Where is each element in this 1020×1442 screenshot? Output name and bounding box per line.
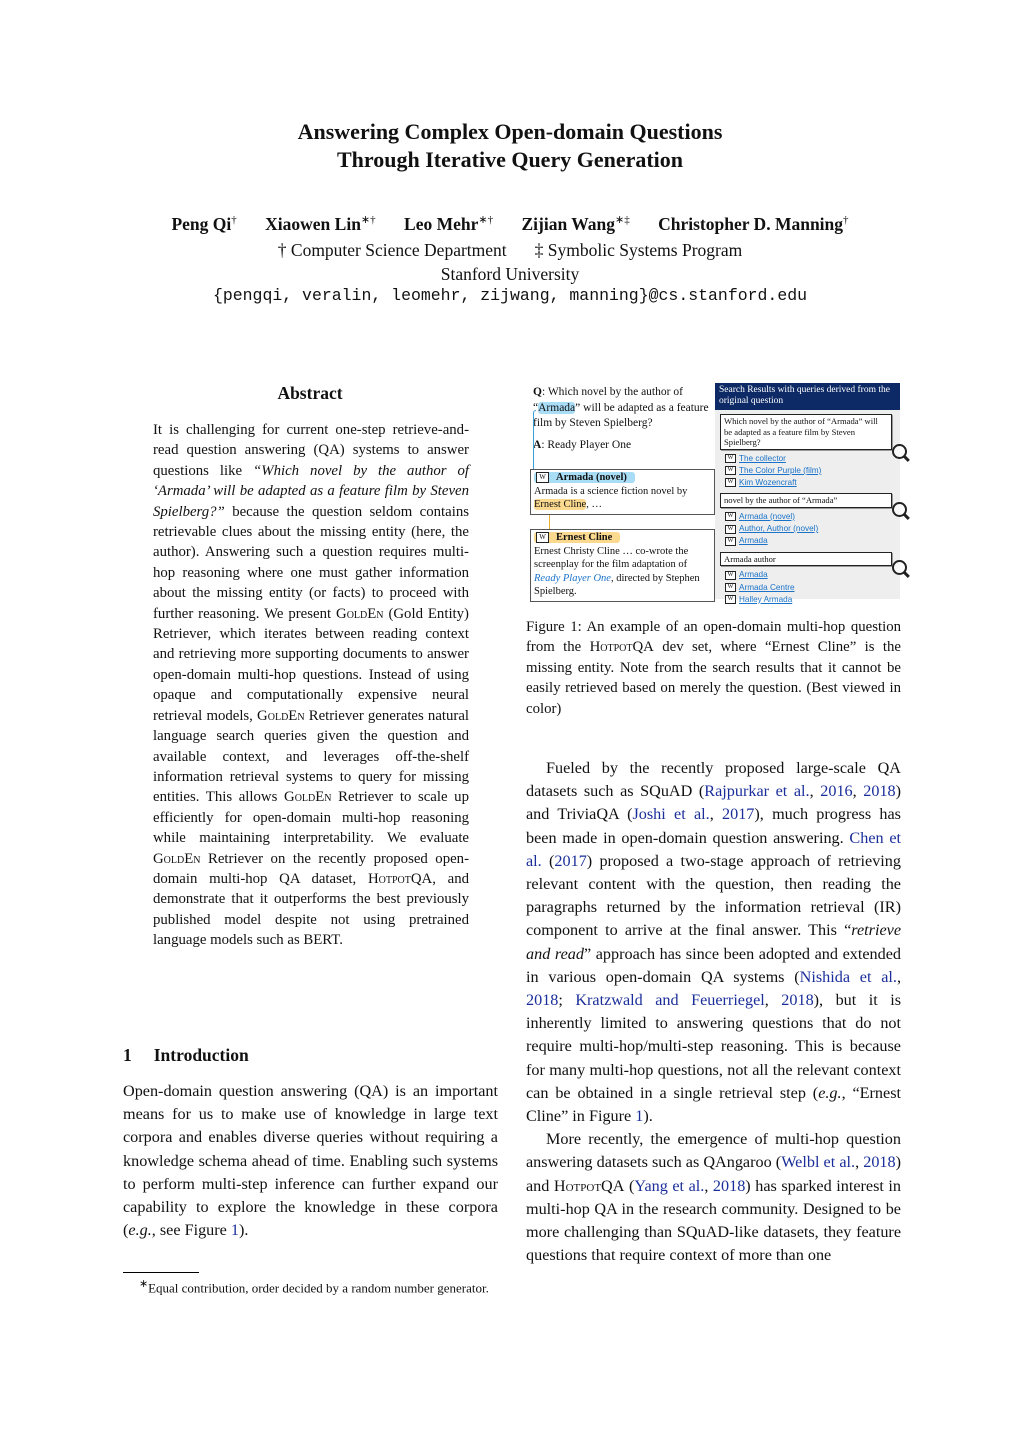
section-heading-introduction: 1 Introduction [123, 1045, 249, 1065]
entity-ernest-cline: Ernest Cline [534, 499, 587, 510]
wikipedia-icon: W [725, 512, 736, 522]
affiliations: † Computer Science Department ‡ Symbolic … [0, 238, 1020, 286]
citation-link[interactable]: 2018 [863, 1153, 895, 1171]
search-result-link[interactable]: Halley Armada [739, 595, 792, 604]
magnifier-icon [892, 560, 907, 576]
search-result: W The Color Purple (film) [725, 465, 900, 477]
search-result-link[interactable]: The Color Purple (film) [739, 466, 821, 475]
search-result: W Armada [725, 535, 900, 547]
author: Zijian Wang∗‡ [521, 213, 630, 234]
citation-link[interactable]: Rajpurkar et al. [704, 782, 809, 800]
affiliation-symsys: ‡ Symbolic Systems Program [534, 240, 743, 260]
institution: Stanford University [440, 264, 580, 284]
author: Leo Mehr∗† [404, 213, 494, 234]
wikipedia-icon: W [536, 472, 549, 484]
search-result-link[interactable]: Kim Wozencraft [739, 478, 797, 487]
citation-link[interactable]: Kratzwald and Feuerriegel [575, 991, 764, 1009]
search-result: W Kim Wozencraft [725, 477, 900, 489]
citation-link[interactable]: 2018 [781, 991, 813, 1009]
search-results-panel: Search Results with queries derived from… [715, 383, 907, 605]
title-line-1: Answering Complex Open-domain Questions [297, 119, 723, 144]
abstract-body: It is challenging for current one-step r… [153, 422, 469, 949]
search-result-link[interactable]: Armada (novel) [739, 512, 795, 521]
search-result-link[interactable]: Author, Author (novel) [739, 524, 818, 533]
abstract-heading: Abstract [277, 383, 343, 403]
search-result-list: W Armada W Armada Centre W Halley Armada [725, 569, 900, 606]
wikipedia-icon: W [725, 536, 736, 546]
wikipedia-icon: W [536, 532, 549, 544]
search-query: Which novel by the author of “Armada” wi… [720, 414, 907, 459]
author: Xiaowen Lin∗† [265, 213, 376, 234]
author: Christopher D. Manning† [658, 213, 849, 234]
citation-link[interactable]: Nishida et al. [800, 968, 897, 986]
citation-link[interactable]: 2018 [713, 1177, 745, 1195]
wikipedia-icon: W [725, 453, 736, 463]
intro-paragraph-3: More recently, the emergence of multi-ho… [526, 1130, 902, 1265]
author-list: Peng Qi† Xiaowen Lin∗† Leo Mehr∗† Zijian… [0, 213, 1020, 235]
citation-link[interactable]: Joshi et al. [632, 805, 709, 823]
intro-paragraph-2: Fueled by the recently proposed large-sc… [526, 757, 901, 1267]
wikipedia-icon: W [725, 582, 736, 592]
search-result-list: W Armada (novel) W Author, Author (novel) … [725, 511, 900, 548]
paper-title: Answering Complex Open-domain Questions … [0, 118, 1020, 174]
search-result: W Author, Author (novel) [725, 523, 900, 535]
citation-link[interactable]: Welbl et al. [781, 1153, 855, 1171]
search-query: novel by the author of “Armada” [720, 493, 907, 517]
wikipedia-icon: W [725, 478, 736, 488]
search-results-header: Search Results with queries derived from… [715, 383, 900, 410]
connector-blue [533, 410, 536, 471]
wikipedia-icon: W [725, 570, 736, 580]
paragraph-armada-novel: W Armada (novel) Armada is a science fict… [530, 469, 715, 515]
author-emails: {pengqi, veralin, leomehr, zijwang, mann… [212, 286, 808, 305]
entity-armada: Armada [538, 401, 576, 414]
figure-question: Q: Which novel by the author of “Armada”… [533, 386, 709, 451]
citation-link[interactable]: 2018 [526, 991, 558, 1009]
search-result-link[interactable]: Armada Centre [739, 583, 795, 592]
footnote: ∗Equal contribution, order decided by a … [139, 1278, 489, 1296]
citation-link[interactable]: Yang et al. [634, 1177, 704, 1195]
wikipedia-icon: W [725, 595, 736, 605]
paragraph-ernest-cline: W Ernest Cline Ernest Christy Cline … co-… [530, 529, 715, 602]
citation-link[interactable]: 2016 [820, 782, 852, 800]
search-result: W Armada Centre [725, 582, 900, 594]
search-result-link[interactable]: Armada [739, 570, 768, 579]
title-line-2: Through Iterative Query Generation [336, 147, 684, 172]
citation-link[interactable]: 2017 [722, 805, 754, 823]
author: Peng Qi† [171, 213, 237, 234]
figure-ref-link[interactable]: 1 [231, 1221, 239, 1239]
wikipedia-icon: W [725, 466, 736, 476]
search-result: W Armada (novel) [725, 511, 900, 523]
wikipedia-icon: W [725, 524, 736, 534]
citation-link[interactable]: 2018 [863, 782, 895, 800]
figure-caption: Figure 1: An example of an open-domain m… [526, 619, 901, 717]
search-result-list: W The collector W The Color Purple (film) … [725, 453, 900, 490]
affiliation-cs: † Computer Science Department [277, 240, 507, 260]
magnifier-icon [892, 501, 907, 517]
footnote-rule [123, 1272, 199, 1273]
search-result: W Halley Armada [725, 594, 900, 606]
search-result: W The collector [725, 453, 900, 465]
search-result-link[interactable]: Armada [739, 536, 768, 545]
search-result: W Armada [725, 569, 900, 581]
citation-link[interactable]: 2017 [554, 852, 586, 870]
search-result-link[interactable]: The collector [739, 454, 786, 463]
intro-paragraph: Open-domain question answering (QA) is a… [123, 1082, 498, 1240]
magnifier-icon [892, 443, 907, 459]
search-query: Armada author [720, 551, 907, 576]
